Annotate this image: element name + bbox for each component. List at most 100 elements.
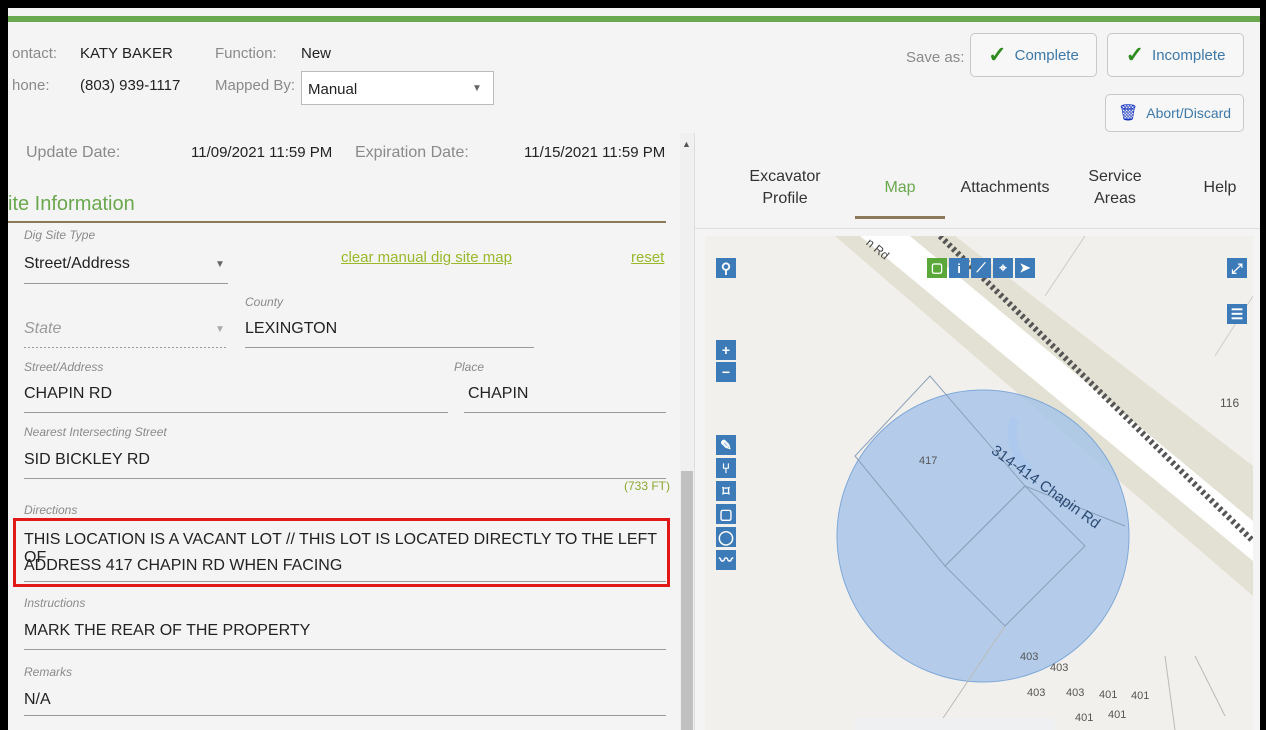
app-window: ontact: KATY BAKER hone: (803) 939-1117 … — [8, 8, 1260, 730]
branch-icon[interactable]: ⑂ — [716, 458, 736, 478]
underline — [24, 283, 228, 284]
zoom-out-button[interactable]: − — [716, 362, 736, 382]
trash-icon: 🗑 — [1117, 105, 1139, 122]
complete-button[interactable]: ✓ Complete — [970, 33, 1097, 77]
county-label: County — [245, 295, 284, 309]
info-icon[interactable]: i — [949, 258, 969, 278]
intersect-value[interactable]: SID BICKLEY RD — [24, 451, 150, 469]
remarks-label: Remarks — [24, 665, 73, 679]
directions-line-2[interactable]: ADDRESS 417 CHAPIN RD WHEN FACING — [24, 557, 342, 575]
parcel-number: 401 — [1108, 709, 1127, 721]
mapped-by-value: Manual — [308, 81, 358, 98]
parcel-number: 401 — [1099, 689, 1118, 701]
tab-excavator-profile[interactable]: Excavator Profile — [735, 166, 835, 210]
ruler-icon[interactable]: ⟋ — [971, 258, 991, 278]
mapped-by-label: Mapped By: — [215, 77, 296, 94]
scroll-up-icon[interactable]: ▲ — [682, 139, 691, 149]
tab-divider — [695, 228, 1260, 229]
scroll-thumb[interactable] — [681, 471, 693, 730]
reset-link[interactable]: reset — [631, 249, 664, 266]
polygon-icon[interactable]: ⌑ — [716, 481, 736, 501]
layers-menu-icon[interactable]: ☰ — [1227, 304, 1247, 324]
map-pin-icon[interactable]: ⌖ — [993, 258, 1013, 278]
parcel-number: 116 — [1220, 396, 1240, 410]
expiration-date-label: Expiration Date: — [355, 144, 469, 161]
top-accent-bar — [8, 16, 1260, 22]
place-value[interactable]: CHAPIN — [468, 385, 528, 403]
abort-discard-button[interactable]: 🗑 Abort/Discard — [1105, 94, 1244, 132]
function-value: New — [301, 45, 332, 62]
dig-site-circle[interactable] — [836, 389, 1130, 683]
navigate-icon[interactable]: ➤ — [1015, 258, 1035, 278]
parcel-outline — [1164, 655, 1176, 730]
intersect-label: Nearest Intersecting Street — [24, 425, 167, 439]
parcel-number: 401 — [1075, 712, 1094, 724]
map-view[interactable]: n Rd 314-414 Chapin Rd 417 116 403 403 4… — [705, 236, 1253, 730]
tab-label: Profile — [762, 190, 808, 207]
zoom-in-button[interactable]: + — [716, 340, 736, 360]
active-tab-indicator — [855, 216, 945, 219]
parcel-outline — [1044, 236, 1086, 297]
rectangle-icon[interactable]: ▢ — [716, 504, 736, 524]
contact-value: KATY BAKER — [80, 45, 173, 62]
parcel-number: 403 — [1050, 662, 1069, 674]
parcel-number: 403 — [1066, 687, 1085, 699]
clear-map-link[interactable]: clear manual dig site map — [341, 249, 512, 266]
parcel-number: 417 — [919, 455, 938, 467]
section-title: ite Information — [8, 193, 135, 215]
update-date-value: 11/09/2021 11:59 PM — [191, 144, 333, 161]
section-divider — [8, 221, 666, 223]
distance-label: (733 FT) — [624, 479, 671, 493]
instructions-label: Instructions — [24, 596, 86, 610]
map-canvas — [835, 236, 1253, 730]
place-label: Place — [454, 360, 485, 374]
street-value[interactable]: CHAPIN RD — [24, 385, 112, 403]
chevron-down-icon[interactable]: ▼ — [215, 324, 225, 335]
underline — [245, 347, 534, 348]
chevron-down-icon: ▼ — [472, 83, 482, 94]
parcel-number: 403 — [1027, 687, 1046, 699]
map-footer-strip — [855, 718, 1055, 730]
form-scrollbar[interactable]: ▲ — [680, 133, 694, 730]
parcel-number: 403 — [1020, 651, 1039, 663]
underline — [24, 478, 666, 479]
tab-service-areas[interactable]: Service Areas — [1075, 166, 1155, 210]
save-as-label: Save as: — [906, 49, 965, 66]
instructions-value[interactable]: MARK THE REAR OF THE PROPERTY — [24, 622, 310, 640]
tab-help[interactable]: Help — [1190, 177, 1250, 199]
tab-label: Excavator — [749, 168, 821, 185]
directions-label: Directions — [24, 503, 78, 517]
function-label: Function: — [215, 45, 277, 62]
circle-icon[interactable]: ◯ — [716, 527, 736, 547]
contact-label: ontact: — [12, 45, 58, 62]
tab-label: Service — [1088, 168, 1142, 185]
parcel-number: 401 — [1131, 690, 1150, 702]
search-icon[interactable]: ⚲ — [716, 258, 736, 278]
mapped-by-select[interactable]: Manual ▼ — [301, 71, 494, 105]
dig-site-type-label: Dig Site Type — [24, 228, 96, 242]
underline — [24, 581, 666, 582]
dig-site-type-value[interactable]: Street/Address — [24, 255, 130, 273]
underline — [24, 715, 666, 716]
underline — [24, 412, 448, 413]
state-select[interactable]: State — [24, 320, 61, 338]
chevron-down-icon[interactable]: ▼ — [215, 259, 225, 270]
phone-label: hone: — [12, 77, 50, 94]
tab-map[interactable]: Map — [855, 177, 945, 199]
county-value[interactable]: LEXINGTON — [245, 320, 337, 338]
check-icon: ✓ — [1125, 42, 1145, 67]
fullscreen-icon[interactable]: ⤢ — [1227, 258, 1247, 278]
complete-label: Complete — [1014, 46, 1079, 64]
phone-value: (803) 939-1117 — [80, 77, 181, 94]
tab-attachments[interactable]: Attachments — [950, 177, 1060, 199]
line-icon[interactable]: 〰 — [716, 550, 736, 570]
remarks-value[interactable]: N/A — [24, 691, 51, 709]
edit-icon[interactable]: ✎ — [716, 435, 736, 455]
check-icon: ✓ — [988, 42, 1007, 67]
comment-icon[interactable]: ▢ — [927, 258, 947, 278]
update-date-label: Update Date: — [26, 144, 121, 161]
parcel-outline — [1194, 655, 1226, 717]
street-label: Street/Address — [24, 360, 104, 374]
incomplete-button[interactable]: ✓ Incomplete — [1107, 33, 1244, 77]
abort-label: Abort/Discard — [1146, 105, 1232, 121]
